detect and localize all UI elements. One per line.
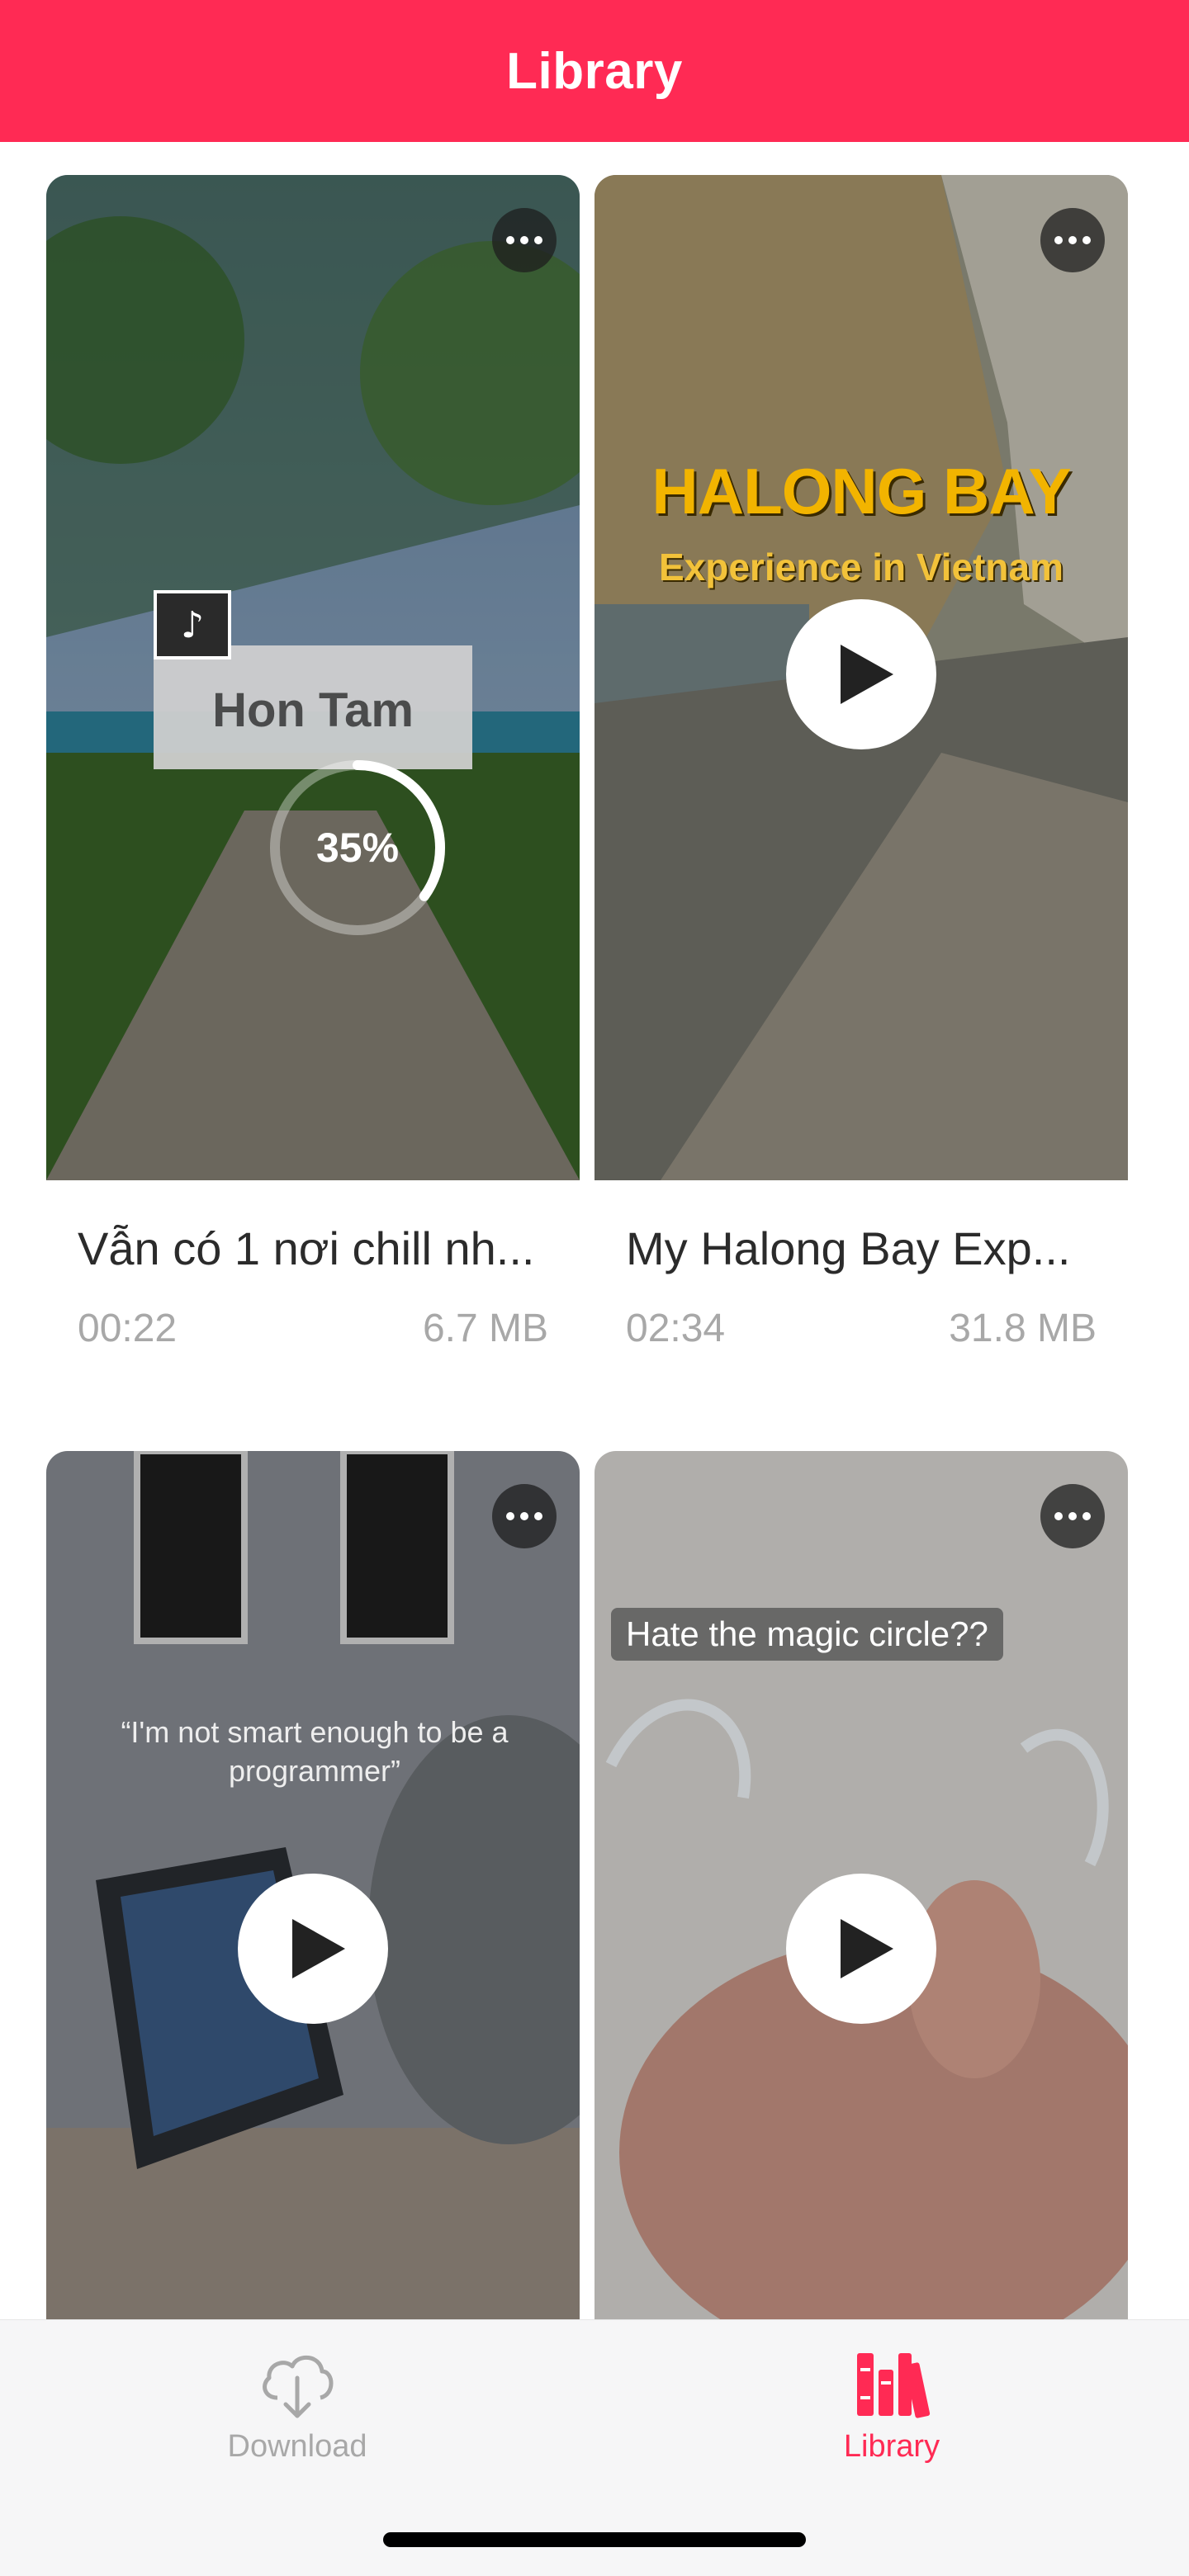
- play-icon: [841, 1919, 893, 1978]
- more-options-button[interactable]: [1040, 208, 1105, 272]
- tab-download[interactable]: Download: [132, 2345, 462, 2465]
- tab-library[interactable]: Library: [727, 2345, 1057, 2465]
- progress-percent-label: 35%: [315, 825, 400, 871]
- play-icon: [841, 645, 893, 704]
- home-indicator: [383, 2532, 806, 2547]
- app-header: Library: [0, 0, 1189, 142]
- page-title: Library: [506, 42, 683, 100]
- more-options-button[interactable]: [1040, 1484, 1105, 1548]
- video-meta: 00:22 6.7 MB: [78, 1306, 548, 1351]
- overlay-text: “I'm not smart enough to be a programmer…: [121, 1715, 509, 1788]
- overlay-subtitle: Experience in Vietnam: [658, 546, 1064, 588]
- more-options-button[interactable]: [492, 208, 557, 272]
- video-size: 6.7 MB: [422, 1307, 548, 1350]
- video-size: 31.8 MB: [949, 1307, 1097, 1350]
- tab-download-label: Download: [227, 2429, 367, 2464]
- video-title: My Halong Bay Exp...: [626, 1222, 1071, 1274]
- video-card[interactable]: ♪ Hon Tam 35% Vẫn có 1 nơi chill nh... 0…: [46, 175, 580, 1413]
- cloud-download-icon: [263, 2355, 334, 2418]
- video-title: Vẫn có 1 nơi chill nh...: [78, 1222, 535, 1274]
- overlay-text: Hate the magic circle??: [611, 1608, 1003, 1661]
- overlay-title: HALONG BAY: [651, 455, 1071, 527]
- tab-library-label: Library: [843, 2429, 940, 2464]
- video-card[interactable]: Hate the magic circle??: [594, 1451, 1128, 2337]
- video-thumbnail[interactable]: HALONG BAY Experience in Vietnam: [594, 175, 1128, 1180]
- svg-text:♪: ♪: [181, 604, 204, 646]
- play-button[interactable]: [786, 599, 936, 749]
- play-icon: [292, 1919, 345, 1978]
- video-card[interactable]: “I'm not smart enough to be a programmer…: [46, 1451, 580, 2337]
- video-meta: 02:34 31.8 MB: [626, 1306, 1097, 1351]
- more-options-button[interactable]: [492, 1484, 557, 1548]
- library-books-icon: [857, 2353, 931, 2418]
- video-thumbnail[interactable]: Hate the magic circle??: [594, 1451, 1128, 2337]
- video-thumbnail[interactable]: “I'm not smart enough to be a programmer…: [46, 1451, 580, 2337]
- thumbnail-image-beach: ♪: [46, 175, 580, 1180]
- video-duration: 00:22: [78, 1307, 178, 1350]
- download-progress-indicator: 35%: [263, 753, 452, 943]
- overlay-text: Hon Tam: [212, 683, 414, 737]
- play-button[interactable]: [786, 1874, 936, 2024]
- video-thumbnail[interactable]: ♪ Hon Tam 35%: [46, 175, 580, 1180]
- video-duration: 02:34: [626, 1307, 726, 1350]
- play-button[interactable]: [238, 1874, 388, 2024]
- video-card[interactable]: HALONG BAY Experience in Vietnam My Halo…: [594, 175, 1128, 1413]
